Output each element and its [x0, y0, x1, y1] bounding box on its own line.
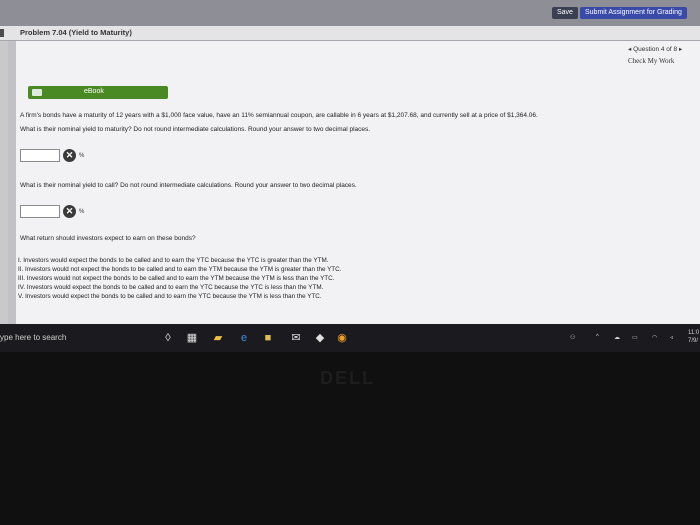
answer-options-list: I. Investors would expect the bonds to b…	[18, 256, 341, 301]
top-toolbar: Save Submit Assignment for Grading	[0, 0, 700, 26]
screen: Save Submit Assignment for Grading Probl…	[0, 0, 700, 352]
header-marker	[0, 29, 4, 37]
edge-browser-icon[interactable]: e	[238, 332, 250, 344]
option-v[interactable]: V. Investors would expect the bonds to b…	[18, 292, 341, 301]
question-text-line2: What is their nominal yield to maturity?…	[20, 126, 371, 133]
windows-taskbar: ype here to search ◊ ▦ ▰ e ■ ✉ ◆ ◉ ⚇ ^ ☁…	[0, 324, 700, 352]
check-my-work-link[interactable]: Check My Work	[628, 57, 674, 65]
store-icon[interactable]: ▰	[212, 332, 224, 344]
microphone-icon[interactable]: ◊	[162, 332, 174, 344]
task-view-icon[interactable]: ▦	[186, 332, 198, 344]
onedrive-icon[interactable]: ☁	[614, 334, 620, 341]
ebook-label: eBook	[84, 88, 104, 95]
book-icon	[32, 89, 42, 96]
question-text-line1: A firm's bonds have a maturity of 12 yea…	[20, 112, 538, 119]
battery-icon[interactable]: ▭	[632, 334, 638, 341]
question-navigator[interactable]: ◂ Question 4 of 8 ▸	[628, 45, 682, 53]
percent-unit: %	[79, 153, 85, 159]
incorrect-x-icon: ✕	[63, 205, 76, 218]
left-scroll-strip[interactable]	[8, 41, 16, 324]
option-iv[interactable]: IV. Investors would expect the bonds to …	[18, 283, 341, 292]
percent-unit: %	[79, 209, 85, 215]
ytc-answer-input[interactable]	[20, 205, 60, 218]
taskbar-clock[interactable]: 11:0 7/9/	[688, 329, 699, 345]
volume-icon[interactable]: ◃	[670, 334, 673, 341]
problem-title: Problem 7.04 (Yield to Maturity)	[20, 28, 132, 37]
option-i[interactable]: I. Investors would expect the bonds to b…	[18, 256, 341, 265]
problem-header: Problem 7.04 (Yield to Maturity)	[0, 26, 700, 41]
ebook-button[interactable]: eBook	[28, 86, 168, 99]
question-content: ◂ Question 4 of 8 ▸ Check My Work eBook …	[8, 41, 700, 324]
chrome-icon[interactable]: ◉	[336, 332, 348, 344]
people-icon[interactable]: ⚇	[570, 334, 575, 341]
dell-logo: DELL	[320, 368, 375, 388]
ytm-answer-input[interactable]	[20, 149, 60, 162]
submit-assignment-button[interactable]: Submit Assignment for Grading	[580, 7, 687, 19]
file-explorer-icon[interactable]: ■	[262, 332, 274, 344]
mail-icon[interactable]: ✉	[290, 332, 302, 344]
clock-time: 11:0	[688, 330, 700, 336]
tray-chevron-icon[interactable]: ^	[596, 334, 599, 340]
option-ii[interactable]: II. Investors would not expect the bonds…	[18, 265, 341, 274]
option-iii[interactable]: III. Investors would not expect the bond…	[18, 274, 341, 283]
return-prompt: What return should investors expect to e…	[20, 235, 196, 242]
taskbar-search-box[interactable]: ype here to search	[0, 333, 66, 342]
incorrect-x-icon: ✕	[63, 149, 76, 162]
app-icon[interactable]: ◆	[314, 332, 326, 344]
ytc-prompt: What is their nominal yield to call? Do …	[20, 182, 357, 189]
wifi-icon[interactable]: ◠	[652, 334, 657, 341]
clock-date: 7/9/	[688, 338, 699, 344]
save-button[interactable]: Save	[552, 7, 578, 19]
